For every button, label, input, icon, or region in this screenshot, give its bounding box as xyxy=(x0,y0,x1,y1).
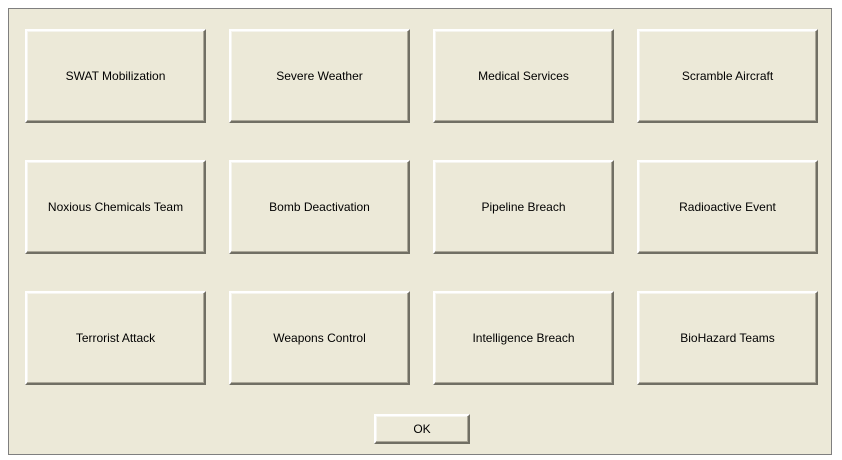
scramble-aircraft-button[interactable]: Scramble Aircraft xyxy=(637,29,818,123)
intelligence-breach-button[interactable]: Intelligence Breach xyxy=(433,291,614,385)
medical-services-button[interactable]: Medical Services xyxy=(433,29,614,123)
biohazard-teams-button[interactable]: BioHazard Teams xyxy=(637,291,818,385)
bomb-deactivation-button[interactable]: Bomb Deactivation xyxy=(229,160,410,254)
ok-button[interactable]: OK xyxy=(374,414,470,444)
terrorist-attack-button[interactable]: Terrorist Attack xyxy=(25,291,206,385)
weapons-control-button[interactable]: Weapons Control xyxy=(229,291,410,385)
radioactive-event-button[interactable]: Radioactive Event xyxy=(637,160,818,254)
action-button-grid: SWAT Mobilization Severe Weather Medical… xyxy=(25,29,818,385)
swat-mobilization-button[interactable]: SWAT Mobilization xyxy=(25,29,206,123)
pipeline-breach-button[interactable]: Pipeline Breach xyxy=(433,160,614,254)
severe-weather-button[interactable]: Severe Weather xyxy=(229,29,410,123)
noxious-chemicals-team-button[interactable]: Noxious Chemicals Team xyxy=(25,160,206,254)
dialog-panel: SWAT Mobilization Severe Weather Medical… xyxy=(8,8,832,455)
